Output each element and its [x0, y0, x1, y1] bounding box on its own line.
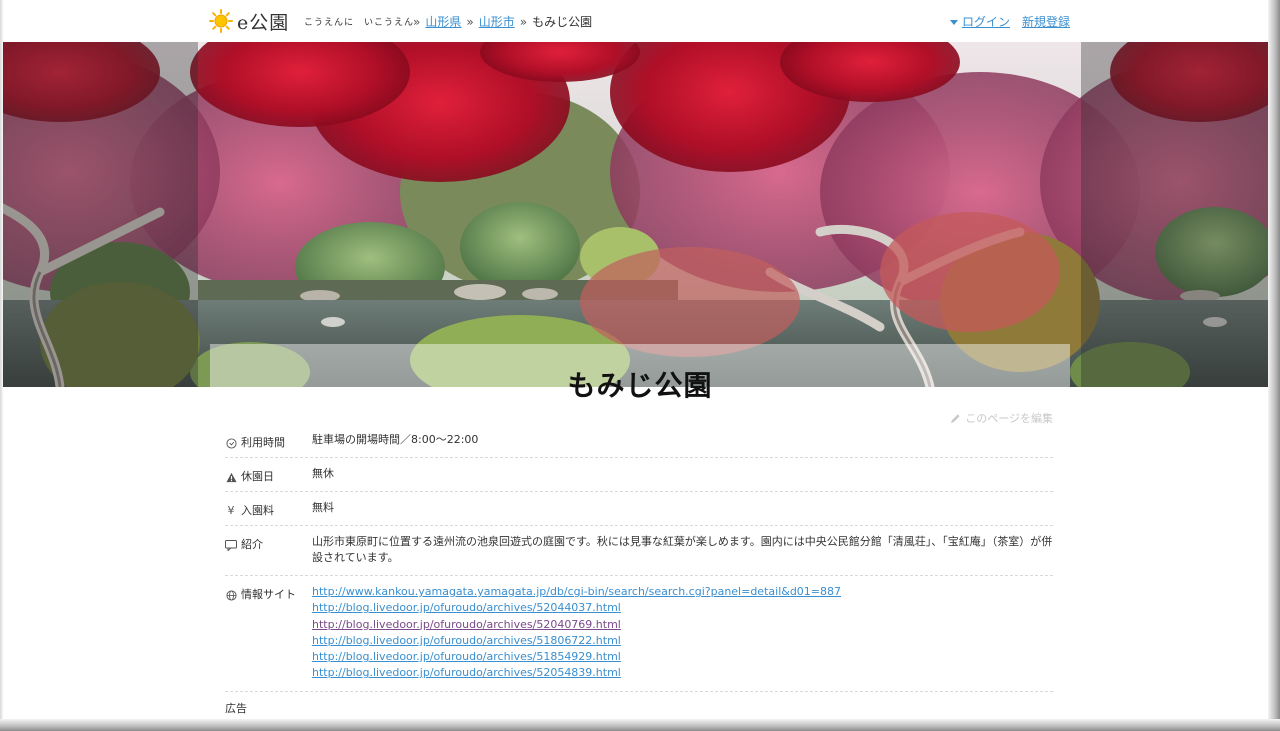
clock-icon	[225, 437, 237, 449]
sites-label: 情報サイト	[241, 588, 296, 601]
intro-value: 山形市東原町に位置する遠州流の池泉回遊式の庭園です。秋には見事な紅葉が楽しめます…	[312, 535, 1053, 564]
login-link[interactable]: ログイン	[962, 15, 1010, 29]
site-link[interactable]: http://blog.livedoor.jp/ofuroudo/archive…	[312, 665, 1053, 681]
site-header: e公園 こうえんに いこうえん » 山形県 » 山形市 » もみじ公園 ログイン…	[0, 0, 1280, 42]
login-link-group[interactable]: ログイン	[949, 13, 1010, 30]
comment-icon	[225, 539, 237, 551]
site-link[interactable]: http://blog.livedoor.jp/ofuroudo/archive…	[312, 600, 1053, 616]
user-menu: ログイン 新規登録	[949, 13, 1070, 30]
breadcrumb: » 山形県 » 山形市 » もみじ公園	[413, 13, 592, 30]
sites-list: http://www.kankou.yamagata.yamagata.jp/d…	[312, 576, 1053, 691]
frame-edge-right	[1268, 0, 1280, 731]
maple-garden-photo	[0, 42, 1280, 387]
info-label-sites: 情報サイト	[225, 576, 312, 691]
info-label-closed: 休園日	[225, 458, 312, 491]
globe-icon	[225, 589, 237, 601]
breadcrumb-separator: »	[519, 14, 528, 29]
site-link[interactable]: http://blog.livedoor.jp/ofuroudo/archive…	[312, 633, 1053, 649]
info-label-hours: 利用時間	[225, 424, 312, 457]
closed-label: 休園日	[241, 470, 274, 483]
breadcrumb-city[interactable]: 山形市	[479, 13, 515, 30]
logo-text: e公園	[237, 11, 290, 34]
breadcrumb-prefecture[interactable]: 山形県	[425, 13, 461, 30]
intro-label: 紹介	[241, 538, 263, 551]
park-info-table: 利用時間 駐車場の開場時間／8:00～22:00 休園日 無休 ¥ 入園料 無料…	[225, 424, 1053, 692]
yen-icon: ¥	[227, 504, 235, 517]
page-title: もみじ公園	[567, 369, 713, 402]
fee-value: 無料	[312, 501, 334, 514]
warning-icon	[225, 472, 237, 482]
hours-label: 利用時間	[241, 436, 285, 449]
breadcrumb-current: もみじ公園	[532, 15, 593, 29]
info-row-intro: 紹介 山形市東原町に位置する遠州流の池泉回遊式の庭園です。秋には見事な紅葉が楽し…	[225, 526, 1053, 576]
hero-image	[0, 42, 1280, 387]
closed-value: 無休	[312, 467, 334, 480]
hours-value: 駐車場の開場時間／8:00～22:00	[312, 433, 479, 446]
ad-section-label: 広告	[225, 702, 247, 715]
breadcrumb-separator: »	[466, 14, 474, 29]
frame-edge-bottom	[0, 719, 1280, 731]
info-row-hours: 利用時間 駐車場の開場時間／8:00～22:00	[225, 424, 1053, 458]
site-tagline: こうえんに いこうえん	[304, 18, 415, 28]
breadcrumb-separator: »	[413, 14, 421, 29]
register-link[interactable]: 新規登録	[1022, 13, 1070, 30]
info-label-fee: ¥ 入園料	[225, 492, 312, 525]
info-label-intro: 紹介	[225, 526, 312, 575]
info-row-fee: ¥ 入園料 無料	[225, 492, 1053, 526]
site-link[interactable]: http://www.kankou.yamagata.yamagata.jp/d…	[312, 584, 1053, 600]
info-row-closed: 休園日 無休	[225, 458, 1053, 492]
frame-edge-left	[0, 0, 3, 731]
pencil-icon	[951, 413, 960, 423]
site-link[interactable]: http://blog.livedoor.jp/ofuroudo/archive…	[312, 617, 1053, 633]
fee-label: 入園料	[241, 504, 274, 517]
site-link[interactable]: http://blog.livedoor.jp/ofuroudo/archive…	[312, 649, 1053, 665]
info-row-sites: 情報サイト http://www.kankou.yamagata.yamagat…	[225, 576, 1053, 692]
page: e公園 こうえんに いこうえん » 山形県 » 山形市 » もみじ公園 ログイン…	[0, 0, 1280, 731]
sun-icon	[209, 9, 233, 33]
caret-down-icon	[949, 20, 958, 25]
site-logo[interactable]: e公園	[209, 9, 290, 34]
